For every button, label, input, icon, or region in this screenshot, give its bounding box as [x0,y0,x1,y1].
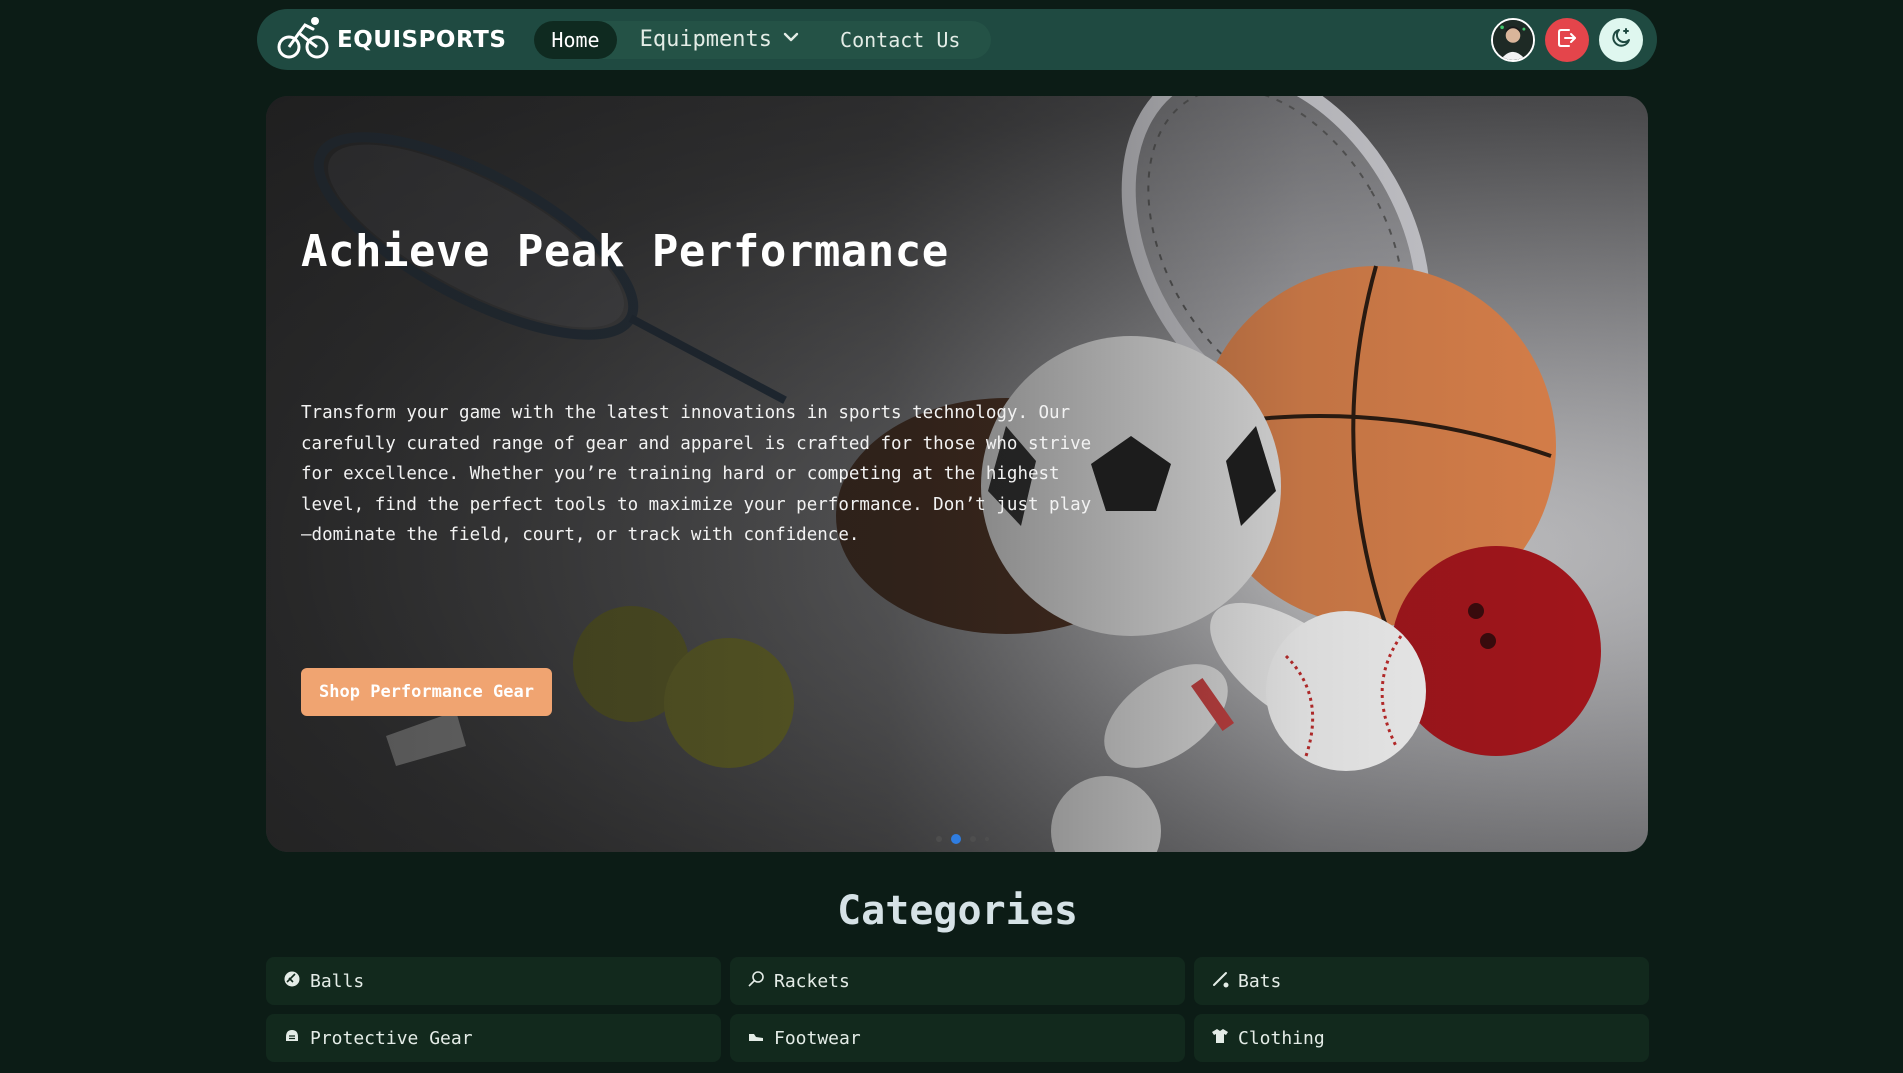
category-protective-gear[interactable]: Protective Gear [266,1014,721,1062]
nav-equipments-label: Equipments [639,27,773,52]
cyclist-logo-icon [275,15,333,65]
shoe-icon [747,1027,765,1050]
nav-equipments[interactable]: Equipments [623,21,817,59]
bat-icon [1211,970,1229,993]
category-label: Bats [1238,970,1282,992]
hero-banner: Achieve Peak Performance Transform your … [266,96,1648,852]
theme-toggle-button[interactable] [1599,17,1643,62]
user-avatar[interactable] [1491,17,1535,62]
shirt-icon [1211,1027,1229,1050]
carousel-dot-2[interactable] [951,834,961,844]
carousel-dot-4[interactable] [985,837,989,841]
category-label: Balls [310,970,365,992]
shop-performance-gear-button[interactable]: Shop Performance Gear [301,668,552,716]
racket-icon [747,970,765,993]
category-rackets[interactable]: Rackets [730,957,1185,1005]
category-label: Rackets [774,970,850,992]
carousel-indicators [936,834,989,844]
hero-title: Achieve Peak Performance [301,226,949,277]
category-balls[interactable]: Balls [266,957,721,1005]
navbar: EQUISPORTS Home Equipments Contact Us [257,9,1657,70]
nav-home[interactable]: Home [534,20,617,59]
category-label: Protective Gear [310,1027,473,1049]
chevron-down-icon [782,27,800,52]
helmet-icon [283,1027,301,1050]
category-bats[interactable]: Bats [1194,957,1649,1005]
category-label: Clothing [1238,1027,1325,1049]
carousel-dot-1[interactable] [936,836,942,842]
category-label: Footwear [774,1027,861,1049]
categories-heading: Categories [837,888,1078,934]
moon-star-icon [1609,26,1633,54]
hero-description: Transform your game with the latest inno… [301,403,1092,546]
category-clothing[interactable]: Clothing [1194,1014,1649,1062]
nav-contact[interactable]: Contact Us [823,21,977,59]
categories-grid: Balls Rackets Bats Protective Gear Footw… [266,957,1649,1062]
nav-links: Home Equipments Contact Us [534,20,992,59]
carousel-dot-3[interactable] [970,836,976,842]
nav-actions [1491,17,1643,62]
logout-icon [1555,26,1579,54]
brand[interactable]: EQUISPORTS [275,15,506,65]
category-footwear[interactable]: Footwear [730,1014,1185,1062]
football-icon [283,970,301,993]
brand-name: EQUISPORTS [337,26,507,53]
logout-button[interactable] [1545,17,1589,62]
